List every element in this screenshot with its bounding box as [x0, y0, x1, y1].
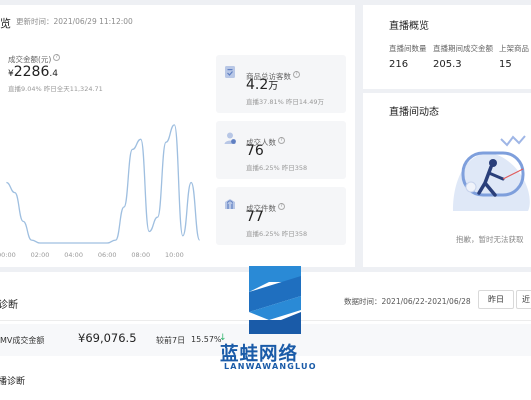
live-overview-title: 直播概览 [389, 21, 429, 32]
gmv-trend-line [6, 124, 201, 244]
info-icon[interactable]: ? [278, 137, 285, 144]
overview-card: 览 更新时间：2021/06/29 11:12:00 成交金额(元)? ¥228… [0, 5, 355, 267]
buyers-icon [224, 132, 236, 144]
empty-state-illustration [453, 135, 530, 211]
gmv-integer: 2286 [13, 64, 50, 80]
live-overview-card: 直播概览 直播间数量 直播期间成交金额 上架商品 216 205.3 15 [363, 5, 531, 89]
empty-state-text: 抱歉，暂时无法获取 [456, 235, 524, 244]
gmv-row-label: MV成交金额 [0, 336, 45, 345]
x-tick-label: 04:00 [64, 251, 83, 259]
metric-value-row: 76 [246, 143, 264, 159]
metric-value-row: 4.2万 [246, 77, 278, 93]
items-sold-icon [225, 199, 235, 209]
live-stat-value: 15 [499, 59, 512, 70]
metric-unit: 万 [268, 81, 279, 92]
live-stat-value: 205.3 [433, 59, 462, 70]
live-stat-label: 直播期间成交金额 [433, 44, 493, 53]
metric-card-buyers[interactable]: 成交人数? 76 直播6.25% 昨日358 [216, 121, 346, 179]
info-icon[interactable]: ? [293, 71, 300, 78]
gmv-value: ¥2286.4 [8, 64, 58, 80]
metric-subtext: 直播6.25% 昨日358 [246, 230, 308, 238]
diagnosis-title: 诊断 [0, 300, 18, 311]
compare-percent: 15.57% [191, 335, 222, 344]
metric-subtext: 直播6.25% 昨日358 [246, 164, 308, 172]
overview-title: 览 [0, 17, 11, 30]
watermark-logo-icon [249, 266, 301, 334]
recent-days-button[interactable]: 近 [516, 290, 531, 309]
x-tick-label: 08:00 [131, 251, 150, 259]
x-tick-label: 06:00 [98, 251, 117, 259]
metric-value: 77 [246, 209, 264, 225]
gmv-trend-chart[interactable]: 00:00 02:00 04:00 06:00 08:00 10:00 [0, 93, 208, 265]
live-stat-label: 上架商品 [499, 44, 529, 53]
metric-value-row: 77 [246, 209, 264, 225]
product-visitors-icon [225, 66, 235, 78]
live-stat-value: 216 [389, 59, 409, 70]
metric-card-visitors[interactable]: 商品总访客数? 4.2万 直播37.81% 昨日14.49万 [216, 55, 346, 113]
date-range: 数据时间：2021/06/22-2021/06/28 [344, 297, 471, 306]
gmv-label: 成交金额(元) [8, 55, 52, 64]
update-time: 更新时间：2021/06/29 11:12:00 [16, 17, 133, 26]
metric-card-items[interactable]: 成交件数? 77 直播6.25% 昨日358 [216, 187, 346, 245]
x-tick-label: 00:00 [0, 251, 16, 259]
x-tick-label: 10:00 [165, 251, 184, 259]
metric-subtext: 直播37.81% 昨日14.49万 [246, 98, 324, 106]
live-diagnosis-title: 播诊断 [0, 377, 26, 387]
info-icon[interactable]: ? [278, 203, 285, 210]
info-icon[interactable]: ? [53, 54, 61, 61]
metric-value: 4.2 [246, 77, 269, 93]
metric-value: 76 [246, 143, 264, 159]
yesterday-button[interactable]: 昨日 [478, 290, 514, 309]
gmv-row-value: ¥69,076.5 [78, 331, 137, 345]
x-tick-label: 02:00 [31, 251, 50, 259]
live-stat-label: 直播间数量 [389, 44, 427, 53]
live-activity-card: 直播间动态 抱歉，暂时无法获取 [363, 93, 531, 267]
compare-label: 较前7日 [156, 336, 186, 345]
live-activity-title: 直播间动态 [389, 107, 439, 118]
gmv-decimal: .4 [49, 69, 58, 79]
gmv-subtext: 直播9.04% 昨日全天11,324.71 [8, 85, 103, 93]
watermark-text-en: LANWAWANGLUO [224, 362, 317, 371]
